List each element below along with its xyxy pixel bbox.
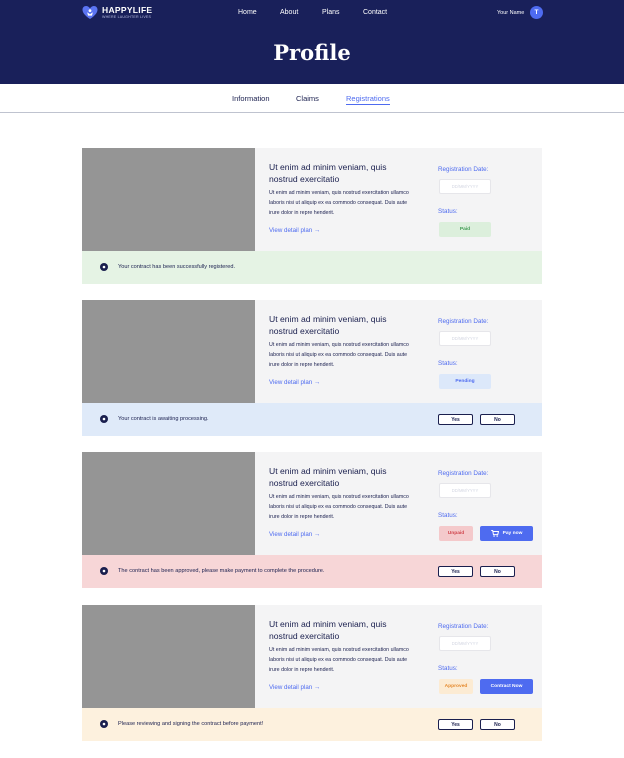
- notice-text: Your contract is awaiting processing.: [118, 416, 209, 422]
- notice-bar: Please reviewing and signing the contrac…: [82, 708, 542, 741]
- cart-icon: [490, 530, 499, 537]
- plan-image-placeholder: [82, 148, 255, 251]
- info-icon: [100, 415, 108, 423]
- user-name[interactable]: Your Name: [497, 10, 524, 16]
- plan-title: Ut enim ad minim veniam, quis nostrud ex…: [269, 466, 387, 488]
- tabs-divider: [0, 112, 624, 113]
- plan-image-placeholder: [82, 452, 255, 555]
- notice-text: The contract has been approved, please m…: [118, 568, 325, 574]
- plan-image-placeholder: [82, 300, 255, 403]
- nav-about-link[interactable]: About: [280, 9, 298, 16]
- registration-date-label: Registration Date:: [438, 166, 489, 173]
- status-label: Status:: [438, 360, 458, 367]
- plan-title: Ut enim ad minim veniam, quis nostrud ex…: [269, 314, 387, 336]
- view-detail-link[interactable]: View detail plan →: [269, 227, 320, 234]
- nav-plans-link[interactable]: Plans: [322, 9, 340, 16]
- plan-description: Ut enim ad minim veniam, quis nostrud ex…: [269, 494, 409, 520]
- view-detail-link[interactable]: View detail plan →: [269, 379, 320, 386]
- registration-card: Ut enim ad minim veniam, quis nostrud ex…: [82, 452, 542, 588]
- info-icon: [100, 567, 108, 575]
- notice-bar: Your contract has been successfully regi…: [82, 251, 542, 284]
- notice-bar: Your contract is awaiting processing. Ye…: [82, 403, 542, 436]
- tab-information[interactable]: Information: [232, 94, 270, 103]
- status-label: Status:: [438, 208, 458, 215]
- registration-date-label: Registration Date:: [438, 623, 489, 630]
- registration-date-label: Registration Date:: [438, 470, 489, 477]
- registration-card: Ut enim ad minim veniam, quis nostrud ex…: [82, 148, 542, 284]
- no-button[interactable]: No: [480, 566, 515, 577]
- notice-text: Please reviewing and signing the contrac…: [118, 721, 264, 727]
- logo[interactable]: HAPPYLIFE WHERE LAUGHTER LIVES: [82, 5, 152, 21]
- registration-card: Ut enim ad minim veniam, quis nostrud ex…: [82, 605, 542, 741]
- no-button[interactable]: No: [480, 719, 515, 730]
- info-icon: [100, 720, 108, 728]
- notice-bar: The contract has been approved, please m…: [82, 555, 542, 588]
- plan-description: Ut enim ad minim veniam, quis nostrud ex…: [269, 647, 409, 673]
- page-title: Profile: [273, 40, 351, 65]
- nav-contact-link[interactable]: Contact: [363, 9, 387, 16]
- view-detail-link[interactable]: View detail plan →: [269, 684, 320, 691]
- registration-date-field[interactable]: DD/MM/YYYY: [439, 483, 491, 498]
- tab-registrations[interactable]: Registrations: [346, 94, 390, 105]
- plan-image-placeholder: [82, 605, 255, 708]
- plan-description: Ut enim ad minim veniam, quis nostrud ex…: [269, 342, 409, 368]
- top-navbar: HAPPYLIFE WHERE LAUGHTER LIVES Home Abou…: [0, 0, 624, 26]
- registration-card: Ut enim ad minim veniam, quis nostrud ex…: [82, 300, 542, 436]
- yes-button[interactable]: Yes: [438, 719, 473, 730]
- status-badge: Paid: [439, 222, 491, 237]
- status-badge: Pending: [439, 374, 491, 389]
- nav-home-link[interactable]: Home: [238, 9, 257, 16]
- view-detail-link[interactable]: View detail plan →: [269, 531, 320, 538]
- pay-now-button[interactable]: Pay now: [480, 526, 533, 541]
- status-label: Status:: [438, 665, 458, 672]
- plan-title: Ut enim ad minim veniam, quis nostrud ex…: [269, 162, 387, 184]
- plan-description: Ut enim ad minim veniam, quis nostrud ex…: [269, 190, 409, 216]
- status-badge: Unpaid: [439, 526, 473, 541]
- info-icon: [100, 263, 108, 271]
- registration-date-field[interactable]: DD/MM/YYYY: [439, 331, 491, 346]
- status-label: Status:: [438, 512, 458, 519]
- notice-text: Your contract has been successfully regi…: [118, 264, 236, 270]
- logo-heart-icon: [82, 6, 98, 19]
- tab-claims[interactable]: Claims: [296, 94, 319, 103]
- registration-date-field[interactable]: DD/MM/YYYY: [439, 179, 491, 194]
- logo-name: HAPPYLIFE: [102, 5, 153, 16]
- logo-tagline: WHERE LAUGHTER LIVES: [102, 14, 152, 19]
- plan-title: Ut enim ad minim veniam, quis nostrud ex…: [269, 619, 387, 641]
- yes-button[interactable]: Yes: [438, 414, 473, 425]
- yes-button[interactable]: Yes: [438, 566, 473, 577]
- no-button[interactable]: No: [480, 414, 515, 425]
- pay-now-label: Pay now: [502, 531, 523, 536]
- registration-date-field[interactable]: DD/MM/YYYY: [439, 636, 491, 651]
- avatar[interactable]: T: [530, 6, 543, 19]
- status-badge: Approved: [439, 679, 473, 694]
- registration-date-label: Registration Date:: [438, 318, 489, 325]
- contract-now-button[interactable]: Contract Now: [480, 679, 533, 694]
